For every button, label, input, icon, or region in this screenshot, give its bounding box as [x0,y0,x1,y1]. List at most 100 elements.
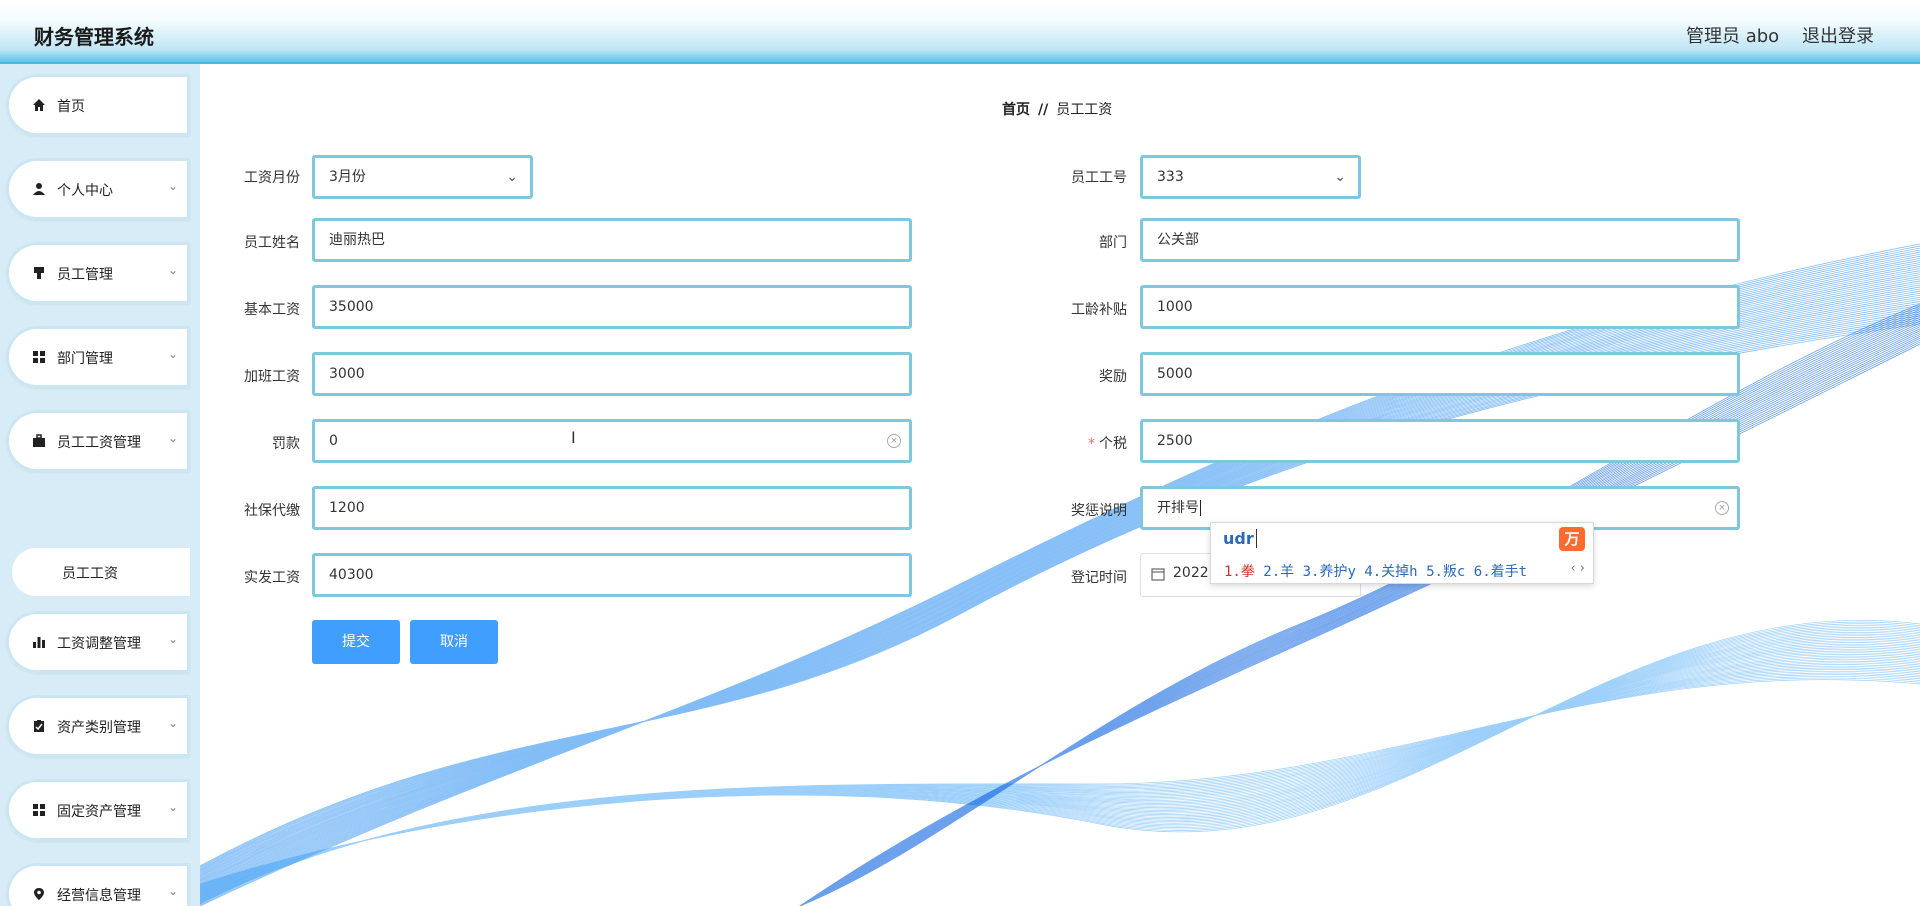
sidebar-item-fixed-assets[interactable]: 固定资产管理 ⌄ [6,779,190,841]
home-icon [33,99,45,111]
sidebar-item-label: 员工工资管理 [57,435,141,451]
sidebar-item-home[interactable]: 首页 [6,74,190,136]
chevron-down-icon: ⌄ [168,179,179,193]
windows-activation-watermark: 激活 Windows [1630,847,1753,868]
logout-link[interactable]: 退出登录 [1802,22,1874,48]
sidebar-item-department-management[interactable]: 部门管理 ⌄ [6,326,190,388]
reward-note-label: 奖惩说明 [1071,503,1127,519]
income-tax-value: 2500 [1157,433,1193,449]
sidebar-item-personal-center[interactable]: 个人中心 ⌄ [6,158,190,220]
breadcrumb-home[interactable]: 首页 [1002,102,1030,118]
chevron-down-icon: ⌄ [168,716,179,730]
reward-note-value: 开排号 [1157,500,1199,516]
sidebar-item-salary-management[interactable]: 员工工资管理 ⌄ [6,410,190,472]
chevron-down-icon: ⌄ [168,632,179,646]
salary-month-label: 工资月份 [244,170,300,186]
ime-candidate[interactable]: 6.着手t [1474,564,1527,580]
location-icon [34,888,44,900]
base-salary-value: 35000 [329,299,374,315]
social-security-label: 社保代缴 [244,503,300,519]
ime-candidate-popup: udr 万 1.拳 2.羊 3.养护y 4.关掉h 5.叛c 6.着手t ‹ › [1210,522,1594,584]
income-tax-label-text: 个税 [1099,436,1127,452]
sidebar-item-label: 工资调整管理 [57,636,141,652]
employee-name-input[interactable]: 迪丽热巴 [312,218,912,262]
grid-icon [33,351,45,363]
chevron-down-icon: ⌄ [168,263,179,277]
clear-icon[interactable]: × [887,434,901,448]
text-cursor-icon: Ι [571,428,576,447]
employee-name-label: 员工姓名 [244,235,300,251]
chevron-down-icon: ⌄ [1334,169,1346,185]
csdn-credit: CSDN @Q055318293 [1744,878,1894,894]
ime-composition: udr [1223,529,1257,548]
employee-no-value: 333 [1157,169,1184,185]
income-tax-label: * 个税 [1027,433,1127,453]
bonus-input[interactable]: 5000 [1140,352,1740,396]
bonus-label: 奖励 [1099,369,1127,385]
sidebar-item-label: 首页 [57,99,85,115]
breadcrumb: 首页 // 员工工资 [1002,99,1112,119]
ime-candidate[interactable]: 4.关掉h [1364,564,1417,580]
grid-icon [33,804,45,816]
user-icon [33,183,45,195]
caret [1200,500,1201,516]
sidebar-item-employee-management[interactable]: 员工管理 ⌄ [6,242,190,304]
sidebar-item-business-info[interactable]: 经营信息管理 ⌄ [6,863,190,906]
ime-candidates: 1.拳 2.羊 3.养护y 4.关掉h 5.叛c 6.着手t [1224,561,1527,581]
chevron-down-icon: ⌄ [168,347,179,361]
register-time-value: 2022 [1173,565,1209,581]
cancel-button[interactable]: 取消 [410,620,498,664]
seniority-allowance-value: 1000 [1157,299,1193,315]
briefcase-icon [33,434,45,447]
ime-logo-icon: 万 [1559,527,1585,551]
employee-icon [34,267,44,279]
clear-icon[interactable]: × [1715,501,1729,515]
department-input[interactable]: 公关部 [1140,218,1740,262]
clipboard-icon [34,720,44,732]
income-tax-input[interactable]: 2500 [1140,419,1740,463]
app-title: 财务管理系统 [34,25,154,49]
overtime-pay-label: 加班工资 [244,369,300,385]
calendar-icon [1151,568,1165,581]
required-mark: * [1088,436,1095,452]
seniority-allowance-input[interactable]: 1000 [1140,285,1740,329]
base-salary-input[interactable]: 35000 [312,285,912,329]
sidebar-item-label: 部门管理 [57,351,113,367]
sidebar-menu: 首页 个人中心 ⌄ 员工管理 ⌄ 部门管理 ⌄ 员工工资管理 ⌄ 员工工资 工资… [0,64,200,906]
sidebar-item-label: 固定资产管理 [57,804,141,820]
submit-button[interactable]: 提交 [312,620,400,664]
net-salary-input[interactable]: 40300 [312,553,912,597]
bonus-value: 5000 [1157,366,1193,382]
bar-chart-icon [33,637,45,648]
overtime-pay-input[interactable]: 3000 [312,352,912,396]
social-security-input[interactable]: 1200 [312,486,912,530]
sidebar-subitem-employee-salary[interactable]: 员工工资 [12,548,190,596]
ime-candidate[interactable]: 1.拳 [1224,564,1255,580]
seniority-allowance-label: 工龄补贴 [1071,302,1127,318]
chevron-down-icon: ⌄ [506,169,518,185]
chevron-down-icon: ⌄ [168,884,179,898]
fine-label: 罚款 [272,436,300,452]
top-bar: 财务管理系统 管理员 abo 退出登录 [0,0,1920,64]
sidebar-item-asset-category[interactable]: 资产类别管理 ⌄ [6,695,190,757]
overtime-pay-value: 3000 [329,366,365,382]
salary-month-select[interactable]: 3月份 ⌄ [312,155,533,199]
breadcrumb-separator: // [1038,102,1049,118]
department-value: 公关部 [1157,232,1199,248]
ime-candidate[interactable]: 3.养护y [1303,564,1356,580]
ime-page-nav[interactable]: ‹ › [1570,561,1585,576]
salary-month-value: 3月份 [329,169,366,185]
net-salary-label: 实发工资 [244,570,300,586]
chevron-down-icon: ⌄ [168,431,179,445]
breadcrumb-current: 员工工资 [1056,102,1113,118]
chevron-down-icon: ⌄ [168,800,179,814]
sidebar-item-label: 资产类别管理 [57,720,141,736]
employee-no-label: 员工工号 [1071,170,1127,186]
sidebar-item-label: 员工管理 [57,267,113,283]
fine-input[interactable]: 0 × [312,419,912,463]
employee-no-select[interactable]: 333 ⌄ [1140,155,1361,199]
sidebar-item-salary-adjustment[interactable]: 工资调整管理 ⌄ [6,611,190,673]
ime-candidate[interactable]: 5.叛c [1426,564,1465,580]
net-salary-value: 40300 [329,567,374,583]
ime-candidate[interactable]: 2.羊 [1263,564,1294,580]
